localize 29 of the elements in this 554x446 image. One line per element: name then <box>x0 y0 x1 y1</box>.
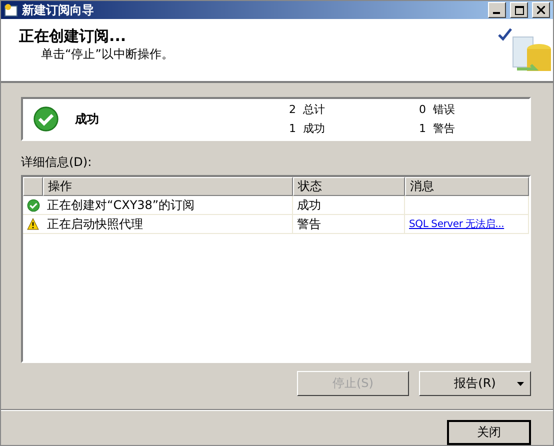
summary-stat: 1 警告 <box>419 121 456 136</box>
column-header[interactable]: 消息 <box>405 177 529 196</box>
page-subtitle: 单击“停止”以中断操作。 <box>41 46 174 64</box>
maximize-button[interactable] <box>510 2 528 18</box>
warning-icon <box>27 218 39 230</box>
success-icon <box>33 106 59 132</box>
success-icon <box>26 198 40 212</box>
column-header[interactable]: 操作 <box>43 177 293 196</box>
details-label: 详细信息(D): <box>21 154 93 171</box>
close-icon <box>537 6 545 14</box>
summary-stat: 0 错误 <box>419 102 456 117</box>
close-dialog-button[interactable]: 关闭 <box>447 420 531 445</box>
table-cell: 正在创建对“CXY38”的订阅 <box>43 196 293 214</box>
table-cell: 成功 <box>293 196 405 214</box>
close-button[interactable] <box>532 2 550 18</box>
message-link[interactable]: SQL Server 无法启... <box>409 217 504 231</box>
page-title: 正在创建订阅... <box>19 27 128 46</box>
report-button[interactable]: 报告(R) <box>419 371 531 396</box>
table-cell: 警告 <box>293 215 405 233</box>
table-cell: 正在启动快照代理 <box>43 215 293 233</box>
app-icon <box>4 3 18 18</box>
summary-stat: 2 总计 <box>289 102 326 117</box>
window-title: 新建订阅向导 <box>22 2 95 19</box>
maximize-icon <box>514 6 524 15</box>
column-header[interactable]: 状态 <box>293 177 405 196</box>
column-header[interactable] <box>23 177 43 196</box>
minimize-button[interactable] <box>488 2 506 18</box>
summary-stat: 1 成功 <box>289 121 326 136</box>
summary-status: 成功 <box>75 110 99 128</box>
